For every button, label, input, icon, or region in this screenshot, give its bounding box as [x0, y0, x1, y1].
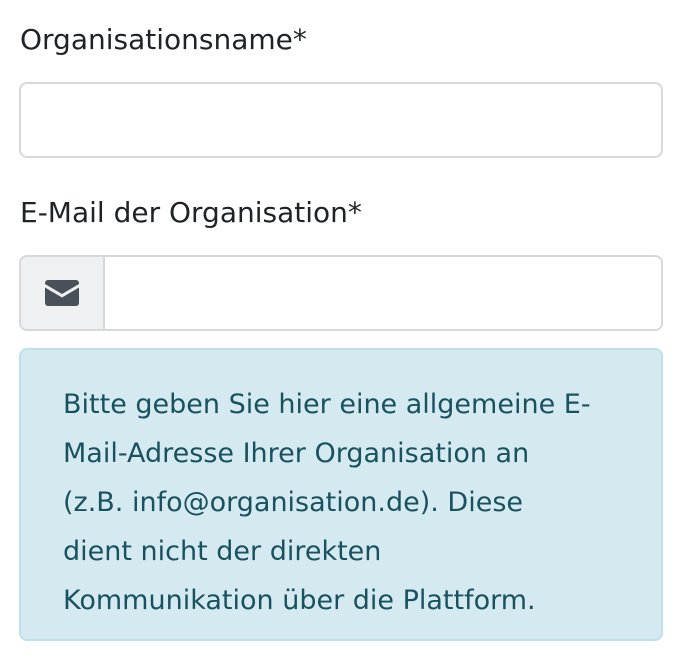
organisation-name-label: Organisationsname*: [20, 23, 307, 56]
email-hint-alert: Bitte geben Sie hier eine allgemeine E- …: [19, 348, 663, 641]
organisation-form: Organisationsname* E-Mail der Organisati…: [0, 0, 684, 660]
email-hint-text: Bitte geben Sie hier eine allgemeine E- …: [63, 389, 591, 616]
organisation-name-input[interactable]: [19, 82, 663, 158]
email-input-group: [19, 255, 663, 331]
organisation-email-input[interactable]: [105, 257, 661, 329]
envelope-icon: [45, 280, 79, 306]
email-addon: [21, 257, 105, 329]
organisation-email-label: E-Mail der Organisation*: [20, 196, 362, 229]
